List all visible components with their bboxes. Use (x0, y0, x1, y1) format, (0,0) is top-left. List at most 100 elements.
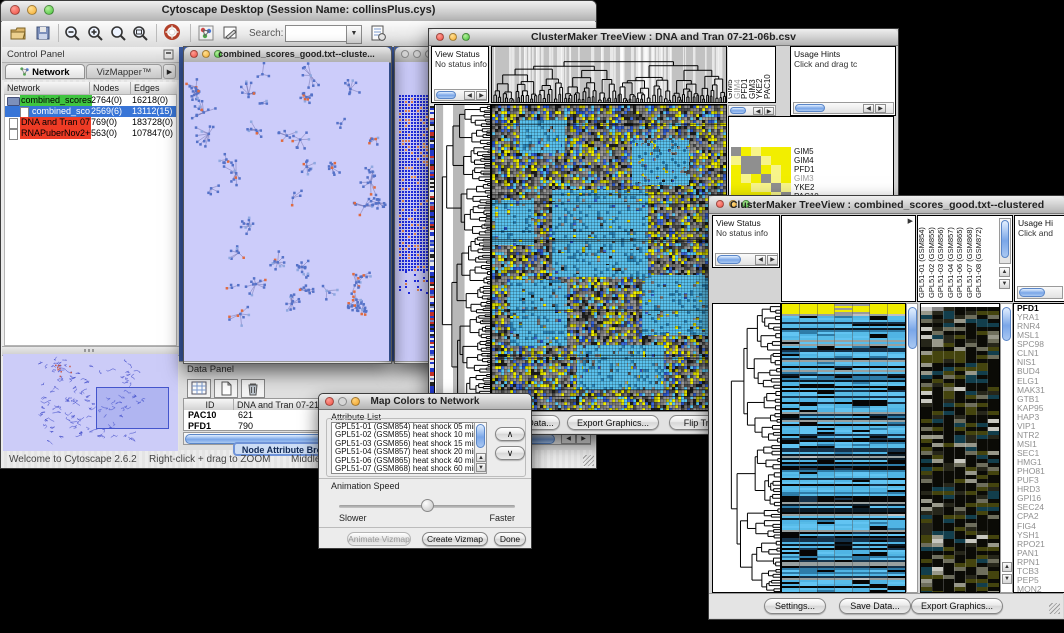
dense-network-canvas[interactable] (399, 95, 431, 295)
move-up-button[interactable]: ∧ (495, 427, 525, 441)
scroll-left-icon[interactable]: ◀ (755, 255, 766, 265)
matrix-cell[interactable] (781, 165, 791, 174)
save-data-button[interactable]: Save Data... (839, 598, 911, 614)
tv2-column-labels[interactable]: GPL51-01 (GSM854)GPL51-02 (GSM855) GPL51-… (918, 216, 998, 301)
scroll-up-icon[interactable]: ▲ (1002, 562, 1012, 572)
network-row[interactable]: DNA and Tran 07769(0)183728(0) (5, 117, 176, 128)
cluster-gene-label[interactable]: GIM5 (794, 147, 854, 156)
cluster-gene-label[interactable]: GIM4 (794, 156, 854, 165)
birdseye-viewport-rect[interactable] (96, 387, 169, 429)
column-label[interactable]: GPL51-07 (GSM868) (966, 227, 974, 298)
matrix-cell[interactable] (731, 147, 741, 156)
tv1-labels-hscrollbar[interactable]: ◀ ▶ (728, 105, 776, 116)
attribute-browser-icon[interactable] (370, 25, 386, 41)
search-dropdown-arrow-icon[interactable]: ▼ (346, 25, 362, 44)
vscroll-thumb[interactable] (908, 307, 917, 349)
heatmap-canvas[interactable] (492, 105, 726, 410)
vizmapper-icon[interactable] (198, 25, 214, 41)
annotation-icon[interactable] (222, 25, 238, 41)
row-dendrogram-canvas[interactable] (435, 105, 490, 410)
matrix-cell[interactable] (741, 174, 751, 183)
matrix-cell[interactable] (741, 147, 751, 156)
animation-slider[interactable] (339, 499, 515, 513)
zoom-in-icon[interactable] (87, 25, 103, 41)
matrix-cell[interactable] (751, 183, 761, 192)
matrix-cell[interactable] (771, 147, 781, 156)
tv2-row-dendrogram[interactable] (712, 303, 781, 593)
matrix-cell[interactable] (781, 147, 791, 156)
id-column-header[interactable]: ID (184, 399, 234, 410)
zoom-out-icon[interactable] (64, 25, 80, 41)
network-view-1[interactable] (184, 62, 389, 361)
slider-thumb[interactable] (421, 499, 434, 512)
matrix-cell[interactable] (761, 183, 771, 192)
tv2-usage-hscrollbar[interactable] (1017, 286, 1063, 299)
dialog-title-bar[interactable]: Map Colors to Network (319, 394, 531, 410)
tv2-labels-vscrollbar[interactable] (999, 218, 1011, 264)
treeview1-title-bar[interactable]: ClusterMaker TreeView : DNA and Tran 07-… (429, 29, 898, 46)
hscroll-thumb[interactable] (730, 107, 746, 114)
vscroll-thumb[interactable] (1001, 220, 1009, 258)
resize-grip[interactable] (1049, 603, 1060, 614)
new-attribute-button[interactable] (214, 379, 238, 398)
hscroll-thumb[interactable] (436, 91, 456, 99)
birdseye-view[interactable] (3, 354, 178, 451)
network-row[interactable]: combined_scores2764(0)16218(0) (5, 95, 176, 106)
vscroll-thumb[interactable] (476, 424, 485, 448)
column-label[interactable]: GPL51-04 (GSM857) (947, 227, 955, 298)
matrix-cell[interactable] (761, 165, 771, 174)
cluster-gene-label[interactable]: GIM3 (794, 174, 854, 183)
cluster-submatrix[interactable] (731, 147, 791, 201)
close-icon[interactable] (401, 50, 409, 58)
gene-label[interactable]: MON2 (1014, 585, 1064, 593)
tv1-column-labels[interactable]: GIM5GIM4PFD1GIM3YKE2PAC10 (728, 46, 776, 103)
attribute-select-button[interactable] (187, 379, 211, 398)
scroll-right-icon[interactable]: ▶ (908, 217, 913, 225)
network-table-header[interactable]: Network Nodes Edges (4, 82, 177, 94)
matrix-cell[interactable] (731, 165, 741, 174)
matrix-cell[interactable] (731, 183, 741, 192)
col-header-nodes[interactable]: Nodes (90, 82, 131, 94)
scroll-right-icon[interactable]: ▶ (476, 91, 487, 100)
hscroll-thumb[interactable] (795, 104, 825, 112)
cluster-gene-label[interactable]: PFD1 (794, 165, 854, 174)
matrix-cell[interactable] (751, 156, 761, 165)
network-graph-canvas[interactable] (184, 62, 389, 361)
minimize-icon[interactable] (413, 50, 421, 58)
scroll-right-icon[interactable]: ▶ (767, 255, 778, 265)
column-label[interactable]: GPL51-02 (GSM855) (928, 227, 936, 298)
matrix-cell[interactable] (781, 174, 791, 183)
matrix-cell[interactable] (731, 174, 741, 183)
matrix-cell[interactable] (771, 165, 781, 174)
scroll-down-icon[interactable]: ▼ (999, 279, 1010, 289)
tv1-row-dendrogram[interactable] (434, 104, 491, 411)
attribute-list[interactable]: GPL51-01 (GSM854) heat shock 05 minGPL51… (331, 422, 476, 474)
col-header-network[interactable]: Network (4, 82, 90, 94)
export-graphics-button[interactable]: Export Graphics... (567, 415, 659, 430)
scroll-right-icon[interactable]: ▶ (764, 107, 774, 115)
tv2-genelist-vscrollbar[interactable]: ▲ ▼ (1000, 303, 1013, 593)
scroll-left-icon[interactable]: ◀ (561, 434, 576, 444)
tv1-status-hscrollbar[interactable]: ◀ ▶ (434, 89, 487, 101)
hscroll-thumb[interactable] (1019, 288, 1045, 297)
create-vizmap-button[interactable]: Create Vizmap (422, 532, 488, 546)
matrix-cell[interactable] (761, 147, 771, 156)
treeview2-title-bar[interactable]: ClusterMaker TreeView : combined_scores_… (709, 196, 1064, 214)
scroll-down-icon[interactable]: ▼ (1002, 574, 1012, 584)
column-label[interactable]: GPL51-08 (GSM872) (975, 227, 983, 298)
tv2-selection-heatmap[interactable] (920, 303, 1000, 593)
column-label[interactable]: PAC10 (764, 74, 772, 99)
move-down-button[interactable]: ∨ (495, 446, 525, 460)
network-row[interactable]: RNAPuberNov2+563(0)107847(0) (5, 128, 176, 139)
matrix-cell[interactable] (741, 156, 751, 165)
tv1-usage-hscrollbar[interactable]: ◀ ▶ (793, 102, 894, 114)
column-label[interactable]: GPL51-01 (GSM854) (918, 227, 926, 298)
tv2-status-hscrollbar[interactable]: ◀ ▶ (715, 253, 778, 266)
scroll-up-icon[interactable]: ▲ (476, 453, 486, 462)
scroll-left-icon[interactable]: ◀ (863, 104, 874, 113)
scroll-left-icon[interactable]: ◀ (753, 107, 763, 115)
save-session-icon[interactable] (35, 25, 51, 41)
tv2-heatmap[interactable] (781, 303, 906, 593)
hscroll-thumb[interactable] (717, 255, 741, 264)
matrix-cell[interactable] (741, 165, 751, 174)
